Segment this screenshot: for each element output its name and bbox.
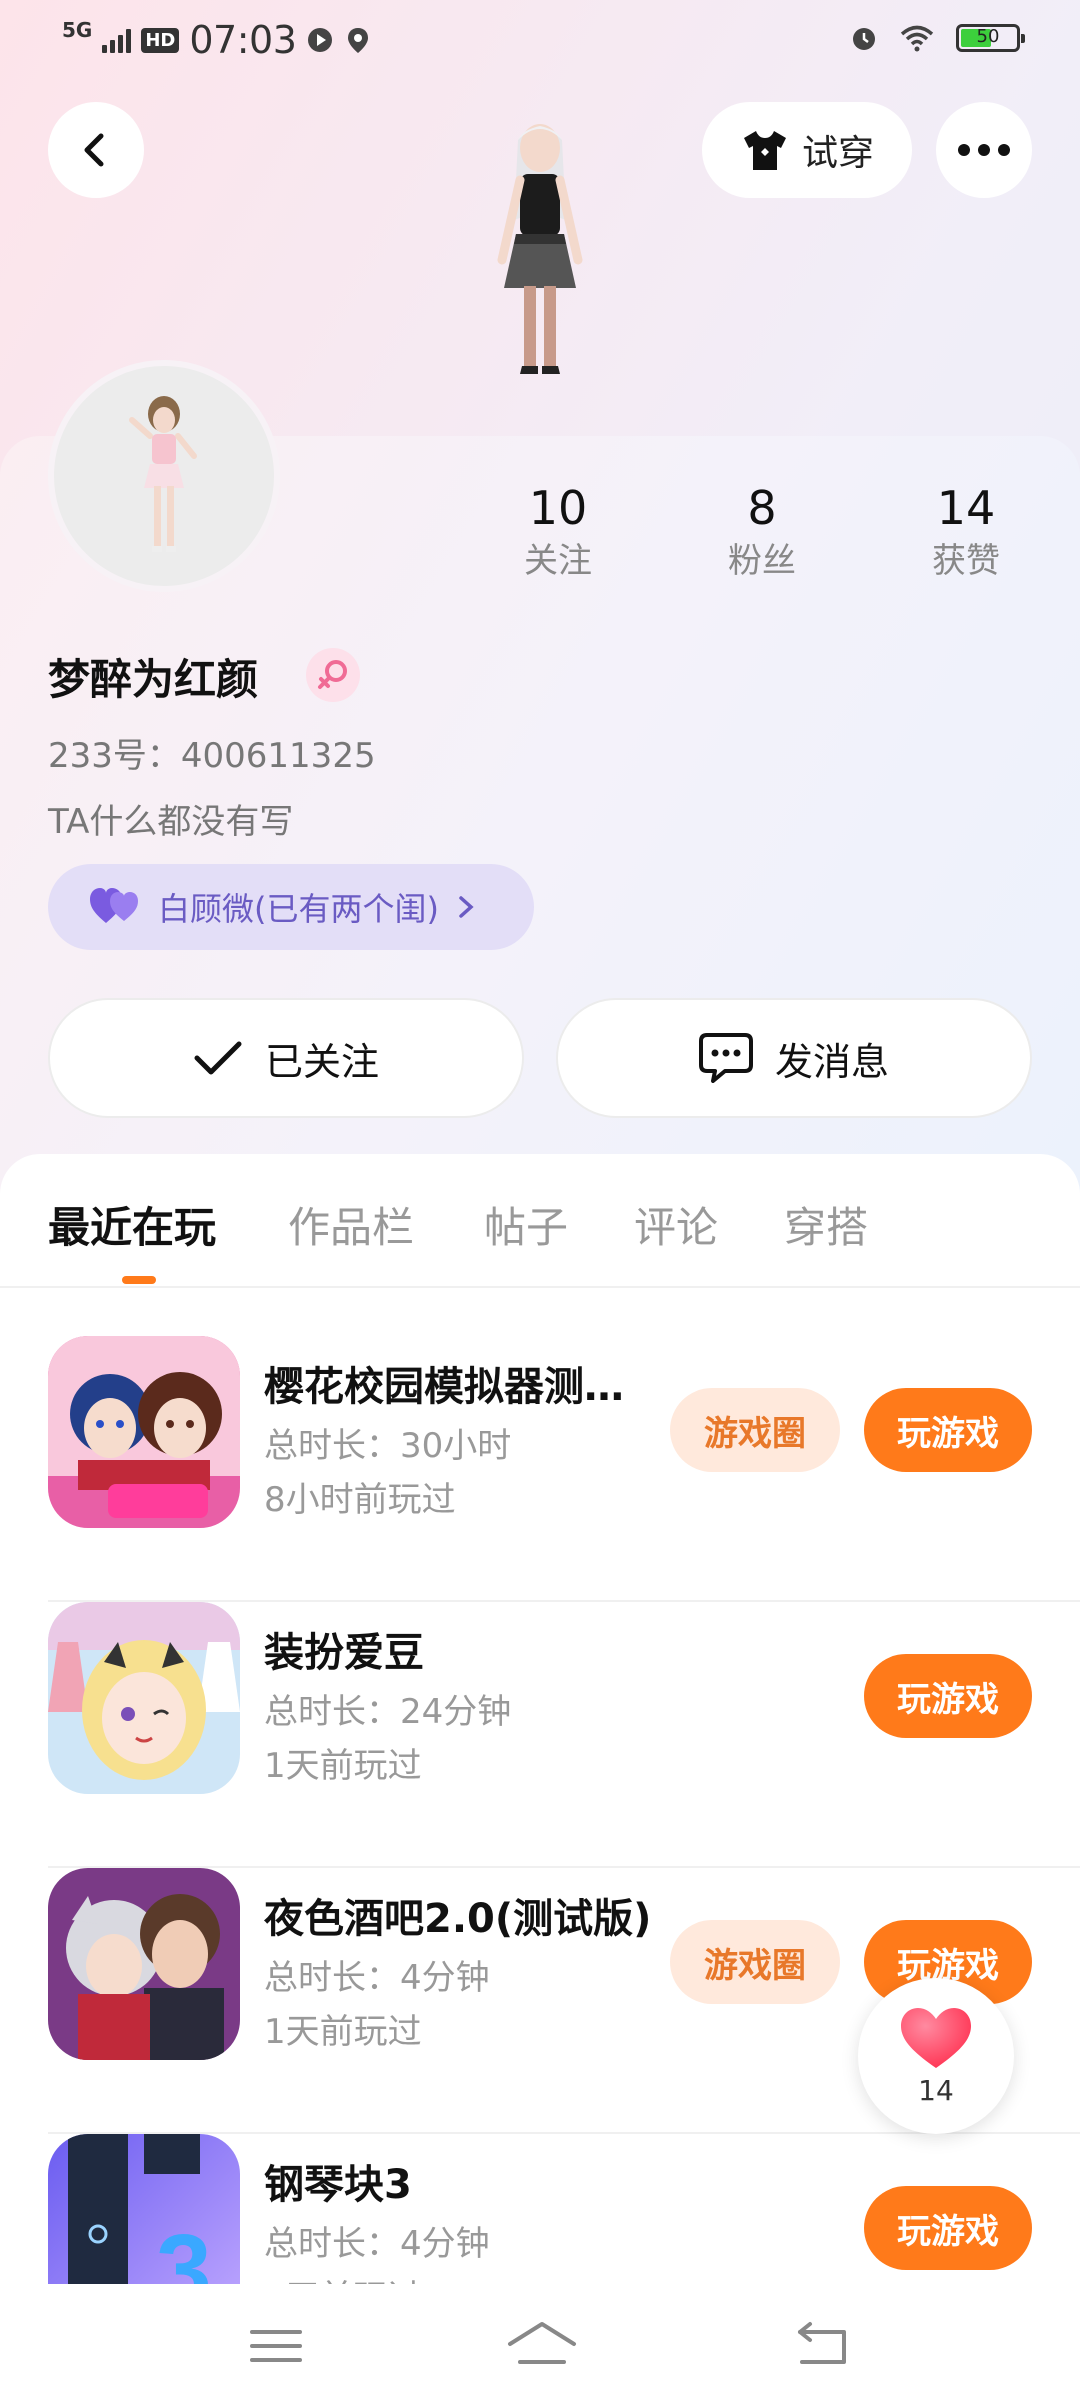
game-duration: 总时长：4分钟 xyxy=(264,2224,490,2264)
tab-posts[interactable]: 帖子 xyxy=(484,1194,568,1255)
following-count: 10 xyxy=(528,481,588,535)
chevron-right-icon xyxy=(459,896,474,918)
play-game-button[interactable]: 玩游戏 xyxy=(864,1388,1032,1472)
double-heart-icon xyxy=(90,888,138,923)
list-item[interactable]: 樱花校园模拟器测试版 总时长：30小时 8小时前玩过 游戏圈 玩游戏 xyxy=(0,1336,1080,1602)
game-name: 钢琴块3 xyxy=(264,2162,412,2208)
more-dots-icon xyxy=(958,144,1010,156)
network-type: 5G xyxy=(62,18,93,42)
floating-like-button[interactable]: 14 xyxy=(858,1978,1014,2134)
tab-outfits[interactable]: 穿搭 xyxy=(784,1194,868,1255)
relation-label: 白顾微(已有两个闺) xyxy=(158,890,439,928)
battery-icon: 50 xyxy=(956,24,1025,52)
game-last-played: 1天前玩过 xyxy=(264,2012,422,2052)
like-count: 14 xyxy=(918,2073,954,2107)
username: 梦醉为红颜 xyxy=(48,655,259,704)
tab-works[interactable]: 作品栏 xyxy=(288,1194,414,1255)
home-icon[interactable] xyxy=(506,2318,578,2374)
relation-badge[interactable]: 白顾微(已有两个闺) xyxy=(48,864,534,950)
battery-level: 50 xyxy=(976,26,1000,47)
game-name: 装扮爱豆 xyxy=(264,1630,424,1676)
following-label: 关注 xyxy=(524,541,592,581)
heart-icon xyxy=(901,2007,971,2068)
system-nav-bar xyxy=(0,2284,1080,2408)
avatar-figure-image xyxy=(129,396,197,552)
menu-icon[interactable] xyxy=(244,2318,308,2374)
back-button[interactable] xyxy=(48,102,144,198)
game-icon-dress-up-idol xyxy=(48,1602,240,1794)
user-id: 233号：400611325 xyxy=(48,736,376,776)
list-item[interactable]: 装扮爱豆 总时长：24分钟 1天前玩过 玩游戏 xyxy=(0,1602,1080,1868)
likes-label: 获赞 xyxy=(932,541,1000,581)
game-icon-sakura-school xyxy=(48,1336,240,1528)
fans-count: 8 xyxy=(747,481,777,535)
status-bar: 5G HD 07:03 50 xyxy=(0,0,1080,84)
chat-bubble-icon xyxy=(698,1033,753,1083)
check-icon xyxy=(194,1041,242,1075)
female-icon xyxy=(306,648,360,702)
alarm-icon xyxy=(853,28,875,50)
game-name: 樱花校园模拟器测试版 xyxy=(264,1364,654,1410)
game-duration: 总时长：4分钟 xyxy=(264,1958,490,1998)
avatar-3d-figure xyxy=(497,124,583,374)
avatar[interactable] xyxy=(48,360,280,592)
play-game-button[interactable]: 玩游戏 xyxy=(864,2186,1032,2270)
game-circle-button[interactable]: 游戏圈 xyxy=(670,1388,840,1472)
following-stat[interactable]: 10 关注 xyxy=(478,480,638,586)
back-nav-icon[interactable] xyxy=(790,2318,854,2374)
likes-stat[interactable]: 14 获赞 xyxy=(886,480,1046,586)
likes-count: 14 xyxy=(936,481,996,535)
more-button[interactable] xyxy=(936,102,1032,198)
media-icon xyxy=(308,28,333,52)
game-circle-button[interactable]: 游戏圈 xyxy=(670,1920,840,2004)
fans-label: 粉丝 xyxy=(728,541,796,581)
wifi-icon xyxy=(900,25,934,52)
fans-stat[interactable]: 8 粉丝 xyxy=(682,480,842,586)
message-button[interactable]: 发消息 xyxy=(556,998,1032,1118)
followed-button[interactable]: 已关注 xyxy=(48,998,524,1118)
game-duration: 总时长：24分钟 xyxy=(264,1692,512,1732)
game-last-played: 1天前玩过 xyxy=(264,1746,422,1786)
status-time: 07:03 xyxy=(189,18,297,62)
try-on-label: 试穿 xyxy=(801,133,874,174)
message-label: 发消息 xyxy=(774,1039,889,1084)
game-icon-night-bar xyxy=(48,1868,240,2060)
tab-active-indicator xyxy=(122,1276,156,1284)
hd-badge: HD xyxy=(141,27,180,53)
tab-recently-played[interactable]: 最近在玩 xyxy=(48,1194,216,1255)
back-arrow-icon xyxy=(84,133,104,167)
tab-comments[interactable]: 评论 xyxy=(634,1194,718,1255)
location-icon xyxy=(348,28,369,53)
signal-icon xyxy=(102,27,132,53)
play-game-button[interactable]: 玩游戏 xyxy=(864,1654,1032,1738)
tab-divider xyxy=(0,1286,1080,1288)
game-last-played: 8小时前玩过 xyxy=(264,1480,456,1520)
user-bio: TA什么都没有写 xyxy=(48,802,294,842)
try-on-button[interactable]: 试穿 xyxy=(702,102,912,198)
game-name: 夜色酒吧2.0(测试版) xyxy=(264,1896,652,1942)
tshirt-icon xyxy=(743,131,786,170)
followed-label: 已关注 xyxy=(264,1039,379,1084)
game-duration: 总时长：30小时 xyxy=(264,1426,512,1466)
